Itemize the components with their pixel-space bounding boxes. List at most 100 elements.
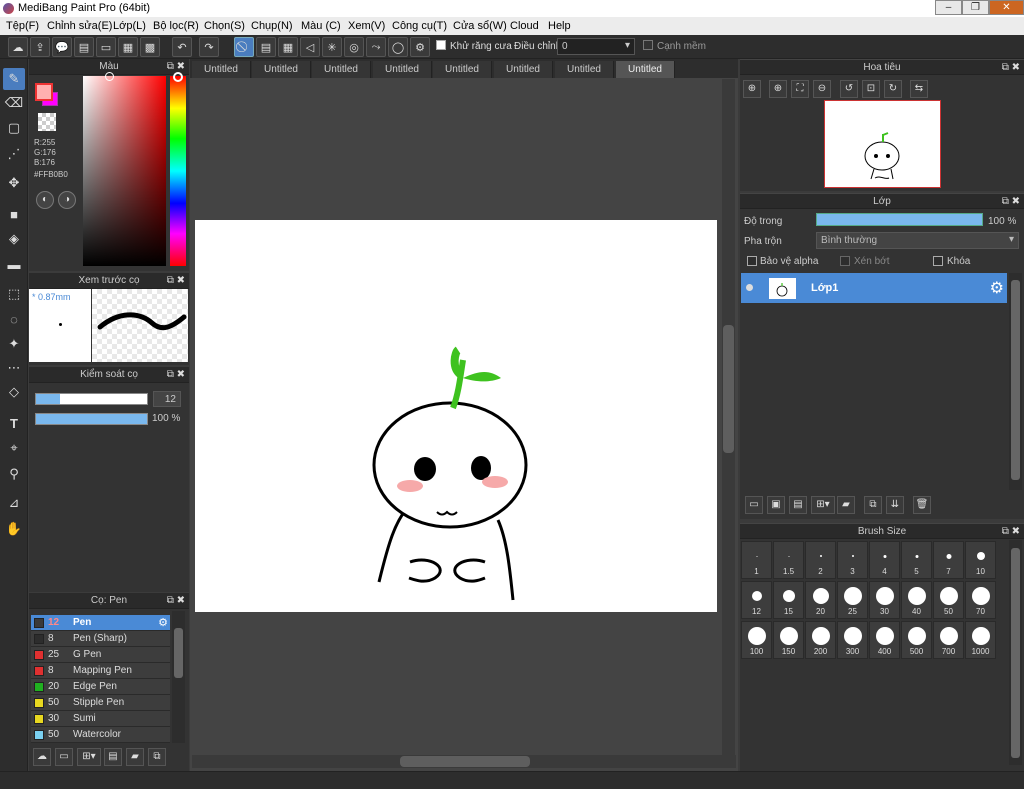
menu-snap[interactable]: Chụp(N) [251, 20, 293, 32]
panel-controls-icon[interactable]: ⧉ ✖ [1002, 524, 1020, 540]
menu-filter[interactable]: Bộ lọc(R) [153, 20, 199, 32]
rotate-left-icon[interactable]: ↺ [840, 80, 858, 98]
fit-screen-icon[interactable]: ⛶ [791, 80, 809, 98]
snap-parallel-icon[interactable]: ▤ [256, 37, 276, 57]
reset-rotation-icon[interactable]: ⊡ [862, 80, 880, 98]
snap-grid-icon[interactable]: ▦ [278, 37, 298, 57]
restore-button[interactable]: ❐ [962, 0, 989, 15]
menu-select[interactable]: Chọn(S) [204, 20, 245, 32]
menu-layer[interactable]: Lớp(L) [113, 20, 146, 32]
brush-item[interactable]: 30 Sumi [31, 711, 170, 727]
page-icon[interactable]: ▭ [96, 37, 116, 57]
hue-slider[interactable] [170, 72, 186, 266]
add-brush-icon[interactable]: ⊞▾ [77, 748, 101, 766]
menu-edit[interactable]: Chỉnh sửa(E) [47, 20, 112, 32]
soft-edge-checkbox[interactable] [643, 40, 653, 50]
eraser-tool-icon[interactable]: ⌫ [3, 92, 25, 114]
panel-icon[interactable]: ▦ [118, 37, 138, 57]
panel-controls-icon[interactable]: ⧉ ✖ [167, 367, 185, 383]
clipping-checkbox[interactable] [840, 256, 850, 266]
canvas-horizontal-scroll-thumb[interactable] [400, 756, 530, 767]
brush-item[interactable]: 12 Pen ⚙ [31, 615, 170, 631]
tab-untitled-6[interactable]: Untitled [494, 61, 553, 78]
menu-window[interactable]: Cửa sổ(W) [453, 20, 507, 32]
hue-handle[interactable] [173, 72, 183, 82]
eyedropper-tool-icon[interactable]: ⚲ [3, 463, 25, 485]
magic-wand-tool-icon[interactable]: ✦ [3, 333, 25, 355]
brush-size-option[interactable]: 150 [773, 621, 804, 659]
tab-untitled-4[interactable]: Untitled [373, 61, 432, 78]
brush-size-option[interactable]: 500 [901, 621, 932, 659]
share-icon[interactable]: ⇪ [30, 37, 50, 57]
dot-tool-icon[interactable]: ⋰ [3, 143, 25, 165]
brush-item[interactable]: 8 Pen (Sharp) [31, 631, 170, 647]
brush-properties-icon[interactable]: ▤ [104, 748, 122, 766]
brush-item[interactable]: 50 Stipple Pen [31, 695, 170, 711]
panel-controls-icon[interactable]: ⧉ ✖ [167, 593, 185, 609]
brush-size-option[interactable]: 70 [965, 581, 996, 619]
blend-mode-select[interactable]: Bình thường ▾ [816, 232, 1019, 249]
grid-icon[interactable]: ▩ [140, 37, 160, 57]
layer-settings-gear-icon[interactable]: ⚙ [990, 278, 1004, 298]
speech-bubble-icon[interactable]: 💬 [52, 37, 72, 57]
lasso-tool-icon[interactable]: ◌ [3, 308, 25, 330]
brush-size-option[interactable]: 4 [869, 541, 900, 579]
merge-layer-icon[interactable]: ⇊ [886, 496, 904, 514]
move-tool-icon[interactable]: ✥ [3, 172, 25, 194]
brush-item[interactable]: 25 G Pen [31, 647, 170, 663]
snap-circle-icon[interactable]: ◎ [344, 37, 364, 57]
foreground-color-swatch[interactable] [35, 83, 53, 101]
bucket-tool-icon[interactable]: ◈ [3, 228, 25, 250]
rotate-right-icon[interactable]: ↻ [884, 80, 902, 98]
brush-size-option[interactable]: 25 [837, 581, 868, 619]
shape-tool-icon[interactable]: ▢ [3, 117, 25, 139]
color-picker-icon[interactable]: ◑ [58, 191, 76, 209]
delete-layer-icon[interactable]: 🗑 [913, 496, 931, 514]
snap-off-icon[interactable]: ⃠ [234, 37, 254, 57]
transparent-color-swatch[interactable] [38, 113, 56, 131]
snap-perspective-icon[interactable]: ◁ [300, 37, 320, 57]
divide-tool-icon[interactable]: ⌖ [3, 437, 25, 459]
brush-opacity-slider[interactable] [35, 413, 148, 425]
cloud-brush-icon[interactable]: ☁ [33, 748, 51, 766]
new-layer-icon[interactable]: ▭ [745, 496, 763, 514]
brush-size-option[interactable]: 2 [805, 541, 836, 579]
duplicate-brush-icon[interactable]: ⧉ [148, 748, 166, 766]
adjust-select[interactable]: 0 ▾ [557, 38, 635, 55]
layer-scroll-thumb[interactable] [1011, 280, 1020, 480]
brush-settings-gear-icon[interactable]: ⚙ [158, 616, 168, 629]
saturation-value-picker[interactable] [83, 72, 166, 266]
brush-size-option[interactable]: 1 [741, 541, 772, 579]
tab-untitled-8[interactable]: Untitled [616, 61, 675, 78]
brush-size-option[interactable]: 5 [901, 541, 932, 579]
menu-tools[interactable]: Công cụ(T) [392, 20, 447, 32]
text-tool-icon[interactable]: T [3, 412, 25, 434]
cloud-icon[interactable]: ☁ [8, 37, 28, 57]
menu-cloud[interactable]: Cloud [510, 20, 539, 32]
protect-alpha-checkbox[interactable] [747, 256, 757, 266]
brush-size-option[interactable]: 12 [741, 581, 772, 619]
undo-icon[interactable]: ↶ [172, 37, 192, 57]
antialias-checkbox[interactable] [436, 40, 446, 50]
menu-view[interactable]: Xem(V) [348, 20, 385, 32]
brush-size-option[interactable]: 1.5 [773, 541, 804, 579]
panel-controls-icon[interactable]: ⧉ ✖ [1002, 194, 1020, 210]
snap-settings-icon[interactable]: ⚙ [410, 37, 430, 57]
brush-size-option[interactable]: 1000 [965, 621, 996, 659]
brush-size-option[interactable]: 3 [837, 541, 868, 579]
close-button[interactable]: ✕ [989, 0, 1024, 15]
tab-untitled-3[interactable]: Untitled [312, 61, 371, 78]
brush-size-value[interactable]: 12 [153, 391, 181, 407]
brush-size-option[interactable]: 700 [933, 621, 964, 659]
tab-untitled-5[interactable]: Untitled [433, 61, 492, 78]
tab-untitled-7[interactable]: Untitled [555, 61, 614, 78]
brush-tool-icon[interactable]: ✎ [3, 68, 25, 90]
brush-size-option[interactable]: 10 [965, 541, 996, 579]
snap-ellipse-icon[interactable]: ◯ [388, 37, 408, 57]
eye-icon[interactable] [746, 284, 753, 291]
tab-untitled-1[interactable]: Untitled [192, 61, 251, 78]
new-brush-icon[interactable]: ▭ [55, 748, 73, 766]
canvas-vertical-scroll-thumb[interactable] [723, 325, 734, 453]
brush-size-option[interactable]: 7 [933, 541, 964, 579]
menu-file[interactable]: Tệp(F) [6, 20, 39, 32]
